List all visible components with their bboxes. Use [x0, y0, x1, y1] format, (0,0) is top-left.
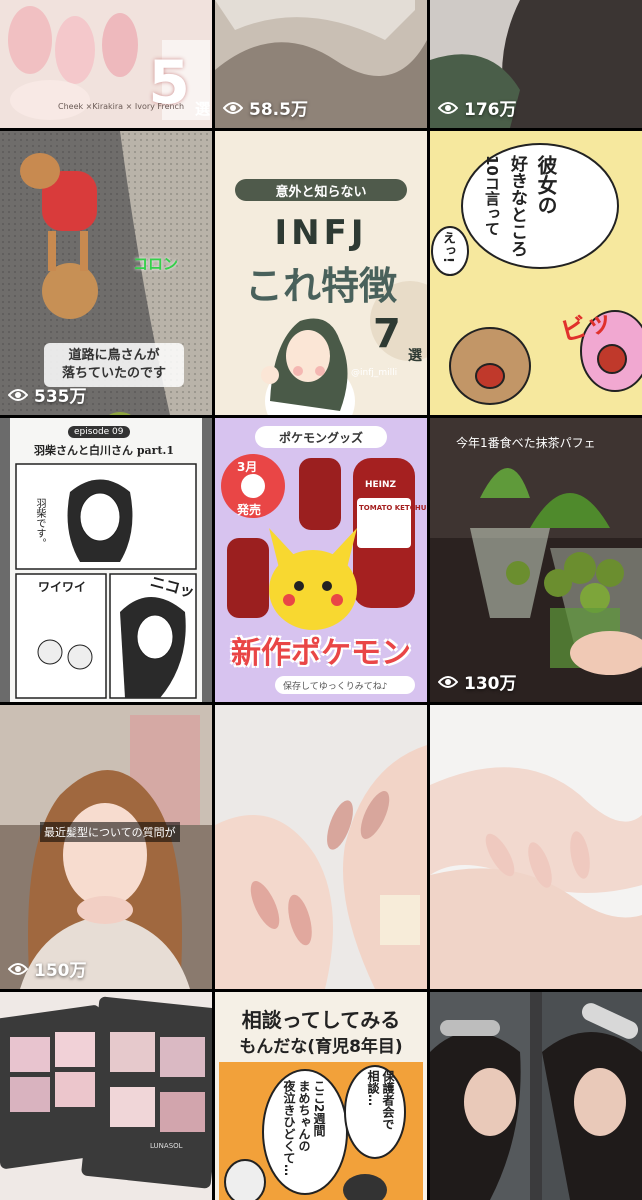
tile-15-thumbnail	[430, 992, 642, 1200]
tile-1-number-suffix: 選	[194, 100, 210, 118]
tile-7-episode: episode 09	[68, 426, 130, 438]
tile-12-thumbnail	[430, 705, 642, 989]
tile-5-banner-text: 意外と知らない	[275, 185, 367, 200]
tile-5-headline-2: これ特徴	[244, 264, 397, 308]
eye-icon	[8, 388, 28, 401]
tile-6-speech-line-3: 10コ言って	[483, 155, 501, 236]
eye-icon	[438, 101, 458, 114]
tile-5-handle: @infj_milli	[351, 368, 398, 378]
tile-8-product: TOMATO KETCHUP	[359, 504, 427, 512]
tile-3-view-count-label: 176万	[464, 100, 517, 120]
tile-14-bubble-1: ここ2週間 まめちゃんの 夜泣きひどくて…	[282, 1080, 326, 1176]
tile-4-tag: コロン	[133, 255, 179, 273]
video-tile-14[interactable]: 相談ってしてみる もんだな(育児8年目) ここ2週間 まめちゃんの 夜泣きひどく…	[215, 992, 427, 1200]
tile-7-manga-page: episode 09 羽柴さんと白川さん part.1 羽柴です。 ワイワイ ニ…	[10, 418, 202, 702]
tile-7-bubble-1: 羽柴です。	[32, 498, 47, 548]
tile-14-title-1: 相談ってしてみる	[241, 1008, 401, 1032]
tile-4-view-count-label: 535万	[34, 387, 87, 407]
tile-8-save-text: 保存してゆっくりみてね♪	[283, 682, 388, 692]
video-tile-9[interactable]: 今年1番食べた抹茶パフェ 130万	[430, 418, 642, 702]
tile-5-number: 7	[373, 311, 401, 357]
tile-6-small-bubble: えっ!	[440, 231, 455, 263]
tile-2-view-count-label: 58.5万	[249, 100, 308, 120]
tile-1-caption: Cheek ×Kirakira × Ivory French	[58, 102, 185, 111]
video-tile-7[interactable]: episode 09 羽柴さんと白川さん part.1 羽柴です。 ワイワイ ニ…	[0, 418, 212, 702]
video-grid: 5 選 Cheek ×Kirakira × Ivory French 58.5万…	[0, 0, 642, 1200]
tile-13-thumbnail	[0, 992, 212, 1200]
tile-7-title: 羽柴さんと白川さん part.1	[34, 444, 175, 457]
tile-5-headline-1: INFJ	[274, 213, 368, 253]
video-tile-15[interactable]	[430, 992, 642, 1200]
tile-3-view-count: 176万	[438, 95, 517, 120]
video-tile-6[interactable]: 彼女の 好きなところ 10コ言って えっ! ビッ	[430, 131, 642, 415]
tile-9-thumbnail	[430, 418, 642, 702]
tile-9-view-count-label: 130万	[464, 674, 517, 694]
video-tile-13[interactable]: LUNASOL	[0, 992, 212, 1200]
tile-2-view-count: 58.5万	[223, 95, 308, 120]
tile-13-brand: LUNASOL	[150, 1142, 183, 1150]
tile-8-release-month: 3月	[237, 460, 258, 474]
tile-9-overlay-text: 今年1番食べた抹茶パフェ	[456, 436, 596, 450]
tile-10-view-count: 150万	[8, 956, 87, 981]
tile-9-view-count: 130万	[438, 669, 517, 694]
tile-5-number-suffix: 選	[408, 348, 422, 364]
video-tile-4[interactable]: コロン 道路に鳥さんが 落ちていたのです 535万	[0, 131, 212, 415]
tile-14-bubble-2: 保護者会で 相談…	[366, 1070, 395, 1130]
video-tile-10[interactable]: 最近髪型についての質問が 150万	[0, 705, 212, 989]
video-tile-5[interactable]: 意外と知らない INFJ これ特徴 7 選 @infj_milli	[215, 131, 427, 415]
tile-10-caption: 最近髪型についての質問が	[40, 822, 180, 842]
video-tile-2[interactable]: 58.5万	[215, 0, 427, 128]
tile-6-speech-line-1: 彼女の	[534, 155, 558, 215]
eye-icon	[223, 101, 243, 114]
tile-4-subtitle-text: 道路に鳥さんが 落ちていたのです	[61, 348, 166, 381]
tile-6-speech-line-2: 好きなところ	[507, 155, 527, 257]
tile-4-view-count: 535万	[8, 382, 87, 407]
video-tile-11[interactable]	[215, 705, 427, 989]
tile-8-brand: HEINZ	[365, 480, 397, 490]
tile-10-view-count-label: 150万	[34, 961, 87, 981]
eye-icon	[438, 675, 458, 688]
tile-8-headline: 新作ポケモン	[231, 636, 411, 671]
tile-4-subtitle-bubble: 道路に鳥さんが 落ちていたのです	[44, 343, 184, 387]
eye-icon	[8, 962, 28, 975]
tile-8-release-label: 発売	[237, 503, 262, 517]
tile-6-speech: 彼女の 好きなところ 10コ言って	[482, 155, 561, 257]
video-tile-3[interactable]: 176万	[430, 0, 642, 128]
tile-11-thumbnail	[215, 705, 427, 989]
video-tile-12[interactable]	[430, 705, 642, 989]
tile-10-thumbnail	[0, 705, 212, 989]
tile-14-title-2: もんだな(育児8年目)	[239, 1037, 403, 1057]
video-tile-8[interactable]: ポケモングッズ 3月 発売 HEINZ TOMATO KETCHUP 新作ポケモ…	[215, 418, 427, 702]
tile-7-bubble-2: ワイワイ	[38, 580, 87, 594]
video-tile-1[interactable]: 5 選 Cheek ×Kirakira × Ivory French	[0, 0, 212, 128]
